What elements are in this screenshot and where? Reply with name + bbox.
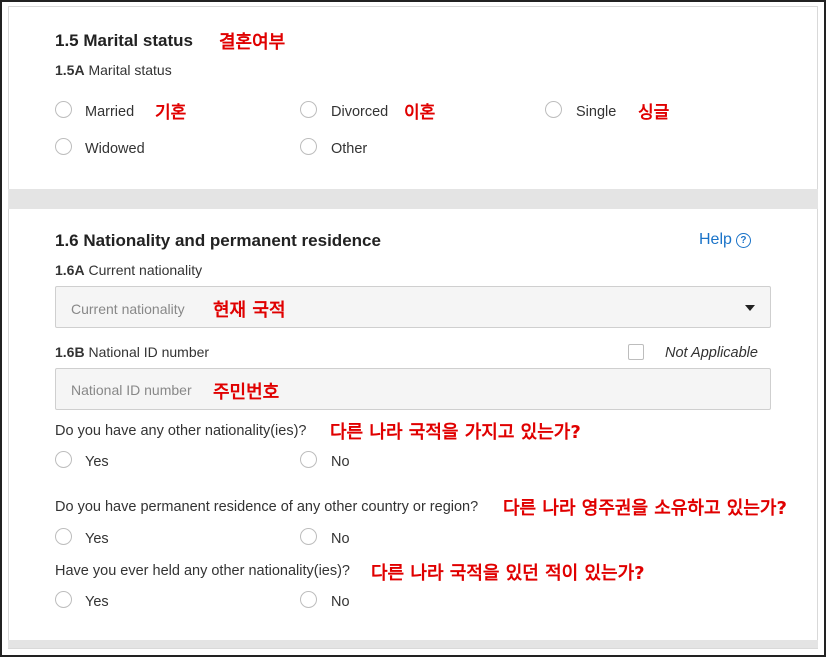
option-label-other: Other: [331, 141, 368, 157]
option-kr-married: 기혼: [155, 103, 187, 123]
option-kr-divorced: 이혼: [404, 103, 436, 123]
q3-yes-label: Yes: [85, 594, 109, 610]
question-held-nationality-kr: 다른 나라 국적을 있던 적이 있는가?: [371, 563, 645, 584]
radio-married[interactable]: [55, 101, 72, 118]
current-nationality-kr: 현재 국적: [213, 300, 286, 321]
current-nationality-placeholder: Current nationality: [71, 301, 185, 317]
option-label-widowed: Widowed: [85, 141, 145, 157]
option-label-divorced: Divorced: [331, 104, 389, 120]
current-nationality-select[interactable]: Current nationality 현재 국적: [55, 286, 771, 328]
q1-no-label: No: [331, 454, 350, 470]
option-label-single: Single: [576, 104, 617, 120]
national-id-text: National ID number: [88, 344, 210, 360]
national-id-label: 1.6B National ID number: [55, 344, 209, 360]
current-nationality-label: 1.6A Current nationality: [55, 262, 202, 278]
radio-q1-yes[interactable]: [55, 451, 72, 468]
national-id-code: 1.6B: [55, 344, 85, 360]
help-link-label: Help: [699, 231, 732, 248]
question-permanent-residence: Do you have permanent residence of any o…: [55, 499, 479, 515]
help-circle-icon: ?: [735, 232, 751, 248]
question-permanent-residence-kr: 다른 나라 영주권을 소유하고 있는가?: [503, 498, 787, 519]
bottom-divider: [8, 640, 818, 648]
question-other-nationality-kr: 다른 나라 국적을 가지고 있는가?: [330, 422, 581, 443]
marital-sub-label: 1.5A Marital status: [55, 62, 172, 78]
option-label-married: Married: [85, 104, 135, 120]
q2-yes-label: Yes: [85, 531, 109, 547]
radio-q2-yes[interactable]: [55, 528, 72, 545]
q2-no-label: No: [331, 531, 350, 547]
current-nationality-text: Current nationality: [88, 262, 203, 278]
option-kr-single: 싱글: [638, 103, 670, 123]
national-id-placeholder: National ID number: [71, 382, 192, 398]
radio-single[interactable]: [545, 101, 562, 118]
radio-divorced[interactable]: [300, 101, 317, 118]
marital-sub-code: 1.5A: [55, 62, 85, 78]
help-link[interactable]: Help ?: [699, 231, 751, 249]
section-divider: [8, 189, 818, 209]
current-nationality-code: 1.6A: [55, 262, 85, 278]
national-id-kr: 주민번호: [213, 382, 280, 403]
not-applicable-checkbox[interactable]: [628, 344, 644, 360]
question-other-nationality: Do you have any other nationality(ies)?: [55, 423, 307, 439]
radio-q1-no[interactable]: [300, 451, 317, 468]
marital-section-title: 1.5 Marital status: [55, 31, 193, 50]
radio-q3-no[interactable]: [300, 591, 317, 608]
question-held-nationality: Have you ever held any other nationality…: [55, 563, 350, 579]
radio-q3-yes[interactable]: [55, 591, 72, 608]
q3-no-label: No: [331, 594, 350, 610]
not-applicable-label: Not Applicable: [665, 345, 758, 361]
radio-other[interactable]: [300, 138, 317, 155]
nationality-section-title: 1.6 Nationality and permanent residence: [55, 231, 381, 250]
q1-yes-label: Yes: [85, 454, 109, 470]
marital-sub-text: Marital status: [88, 62, 172, 78]
national-id-input[interactable]: National ID number 주민번호: [55, 368, 771, 410]
radio-widowed[interactable]: [55, 138, 72, 155]
marital-section-title-kr: 결혼여부: [219, 32, 286, 53]
radio-q2-no[interactable]: [300, 528, 317, 545]
caret-down-icon: [745, 305, 755, 311]
